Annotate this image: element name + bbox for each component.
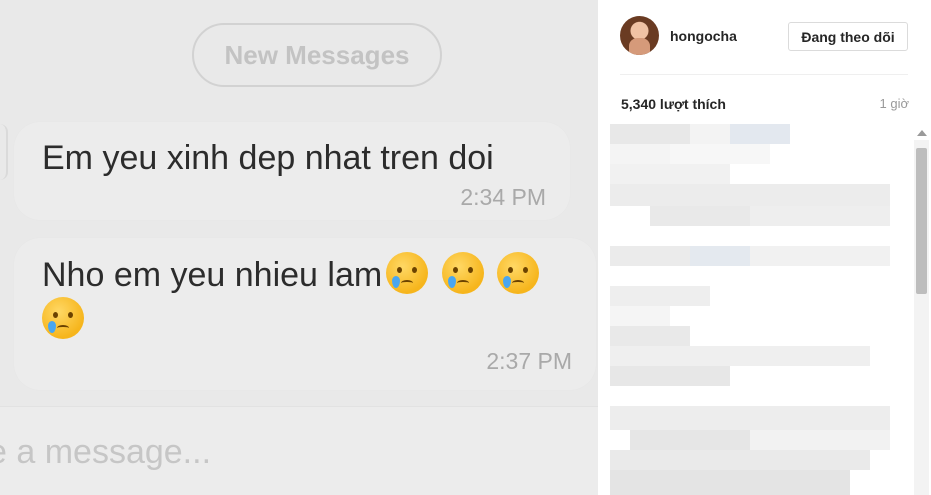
crying-face-icon xyxy=(42,297,84,339)
message-bubble: Nho em yeu nhieu lam 2:37 PM xyxy=(14,238,596,390)
post-time[interactable]: 1 giờ xyxy=(880,96,910,111)
message-bubble: Em yeu xinh dep nhat tren doi 2:34 PM xyxy=(14,122,570,220)
crying-face-icon xyxy=(497,252,540,294)
comments-blurred xyxy=(610,124,915,495)
message-time: 2:37 PM xyxy=(486,348,572,374)
compose-placeholder: e a message... xyxy=(0,433,212,471)
post-header: hongocha Đang theo dõi xyxy=(598,0,931,74)
crying-face-icon xyxy=(386,252,429,294)
message-text: Em yeu xinh dep nhat tren doi xyxy=(42,139,494,177)
message-text-content: Nho em yeu nhieu lam xyxy=(42,256,383,294)
bubble-edge xyxy=(0,124,8,180)
following-button[interactable]: Đang theo dõi xyxy=(788,22,908,51)
scrollbar-thumb[interactable] xyxy=(916,148,927,294)
likes-count[interactable]: 5,340 lượt thích xyxy=(621,96,726,112)
message-text: Nho em yeu nhieu lam xyxy=(42,252,590,342)
post-image: New Messages Em yeu xinh dep nhat tren d… xyxy=(0,0,598,495)
username-link[interactable]: hongocha xyxy=(670,28,737,44)
message-time: 2:34 PM xyxy=(460,184,546,210)
crying-face-icon xyxy=(441,252,484,294)
post-side-panel: hongocha Đang theo dõi 5,340 lượt thích … xyxy=(598,0,931,495)
compose-bar: e a message... xyxy=(0,406,598,495)
new-messages-pill: New Messages xyxy=(192,23,442,87)
scroll-up-icon[interactable] xyxy=(917,130,927,136)
avatar[interactable] xyxy=(620,16,659,55)
divider xyxy=(620,74,908,75)
